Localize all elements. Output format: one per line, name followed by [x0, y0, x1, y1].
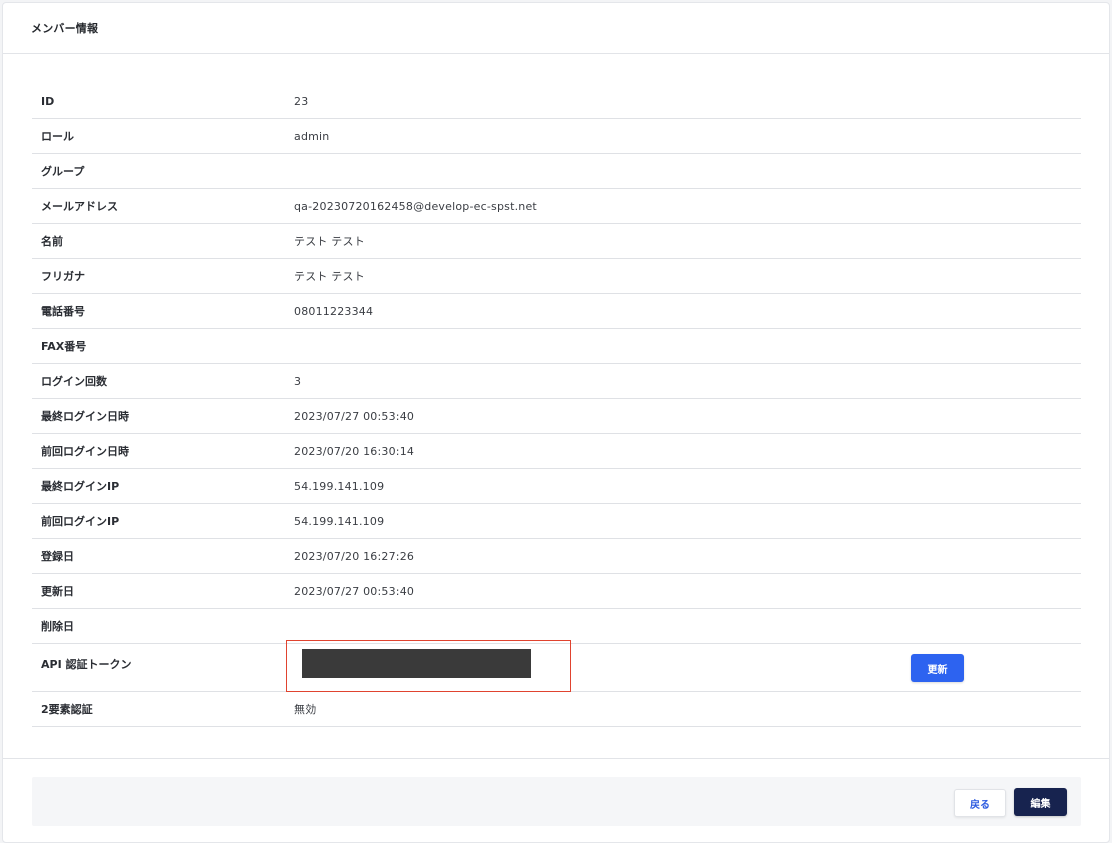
row-id: ID 23 [32, 84, 1081, 119]
row-previous-login-at: 前回ログイン日時 2023/07/20 16:30:14 [32, 434, 1081, 469]
row-label: 前回ログインIP [41, 515, 120, 528]
row-updated-at: 更新日 2023/07/27 00:53:40 [32, 574, 1081, 609]
row-last-login-at: 最終ログイン日時 2023/07/27 00:53:40 [32, 399, 1081, 434]
row-label: 登録日 [41, 550, 74, 563]
row-api-token: API 認証トークン 更新 [32, 640, 1081, 692]
row-value: admin [294, 129, 330, 143]
row-value: 08011223344 [294, 304, 374, 318]
row-phone: 電話番号 08011223344 [32, 294, 1081, 329]
row-name: 名前 テスト テスト [32, 224, 1081, 259]
member-detail-table: ID 23 ロール admin グループ メールアドレス qa-20230720… [32, 84, 1081, 727]
row-label: FAX番号 [41, 340, 87, 353]
row-label: 前回ログイン日時 [41, 445, 129, 458]
edit-button[interactable]: 編集 [1014, 788, 1067, 816]
row-previous-login-ip: 前回ログインIP 54.199.141.109 [32, 504, 1081, 539]
row-value: テスト テスト [294, 270, 365, 283]
row-label: フリガナ [41, 270, 85, 283]
row-label: 2要素認証 [41, 703, 93, 716]
row-created-at: 登録日 2023/07/20 16:27:26 [32, 539, 1081, 574]
row-label: 最終ログイン日時 [41, 410, 129, 423]
row-label: 最終ログインIP [41, 480, 120, 493]
row-value: 2023/07/27 00:53:40 [294, 409, 415, 423]
row-label: ロール [41, 130, 74, 143]
row-fax: FAX番号 [32, 329, 1081, 364]
row-label: 名前 [41, 235, 63, 248]
token-redaction-mask [302, 649, 531, 678]
row-value: 23 [294, 94, 309, 108]
row-deleted-at: 削除日 [32, 609, 1081, 644]
row-furigana: フリガナ テスト テスト [32, 259, 1081, 294]
member-info-card: メンバー情報 ID 23 ロール admin グループ メールアドレス qa-2… [2, 2, 1110, 843]
row-two-factor: 2要素認証 無効 [32, 692, 1081, 727]
row-value: テスト テスト [294, 235, 365, 248]
row-label: メールアドレス [41, 200, 118, 213]
row-label: API 認証トークン [41, 658, 132, 671]
row-label: 削除日 [41, 620, 74, 633]
action-bar: 戻る 編集 [32, 777, 1081, 826]
row-value: 3 [294, 374, 302, 388]
row-value: qa-20230720162458@develop-ec-spst.net [294, 199, 537, 213]
row-label: ログイン回数 [41, 375, 107, 388]
back-button[interactable]: 戻る [954, 789, 1006, 817]
card-title: メンバー情報 [31, 22, 99, 35]
row-value: 2023/07/27 00:53:40 [294, 584, 415, 598]
row-label: 電話番号 [41, 305, 85, 318]
row-value: 54.199.141.109 [294, 514, 385, 528]
row-value: 2023/07/20 16:30:14 [294, 444, 415, 458]
row-value: 無効 [294, 703, 317, 716]
row-label: 更新日 [41, 585, 74, 598]
refresh-token-button[interactable]: 更新 [911, 654, 964, 682]
footer-divider [3, 758, 1109, 759]
row-group: グループ [32, 154, 1081, 189]
row-email: メールアドレス qa-20230720162458@develop-ec-sps… [32, 189, 1081, 224]
row-label: グループ [41, 165, 85, 178]
row-role: ロール admin [32, 119, 1081, 154]
card-header: メンバー情報 [3, 3, 1109, 54]
row-value: 54.199.141.109 [294, 479, 385, 493]
row-value: 2023/07/20 16:27:26 [294, 549, 415, 563]
row-last-login-ip: 最終ログインIP 54.199.141.109 [32, 469, 1081, 504]
row-login-count: ログイン回数 3 [32, 364, 1081, 399]
row-label: ID [41, 94, 55, 108]
